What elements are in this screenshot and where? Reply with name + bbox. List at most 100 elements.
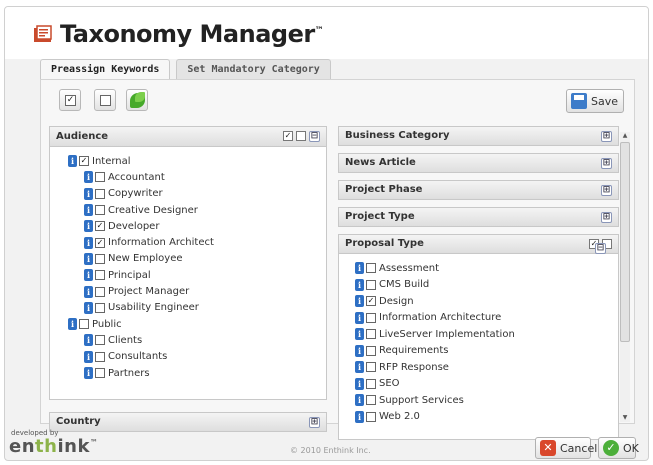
item-checkbox[interactable]: ✓ bbox=[95, 221, 105, 232]
info-icon[interactable]: i bbox=[84, 301, 93, 314]
info-icon[interactable]: i bbox=[84, 252, 93, 265]
info-icon[interactable]: i bbox=[355, 262, 364, 275]
document-icon bbox=[34, 25, 52, 42]
item-checkbox[interactable]: ✓ bbox=[79, 156, 89, 167]
audience-header-controls: ✓ ⊟ bbox=[283, 131, 320, 142]
info-icon[interactable]: i bbox=[84, 367, 93, 379]
info-icon[interactable]: i bbox=[355, 410, 364, 423]
tree-item: i Copywriter bbox=[50, 186, 326, 202]
uncheck-all-button[interactable] bbox=[94, 89, 116, 111]
item-checkbox[interactable] bbox=[95, 253, 105, 264]
info-icon[interactable]: i bbox=[84, 187, 93, 200]
scrollbar-thumb[interactable] bbox=[620, 142, 630, 342]
item-checkbox[interactable] bbox=[95, 335, 105, 346]
info-icon[interactable]: i bbox=[84, 350, 93, 363]
expand-icon[interactable]: ⊞ bbox=[601, 185, 612, 196]
scroll-down-icon[interactable]: ▼ bbox=[621, 414, 629, 422]
info-icon[interactable]: i bbox=[355, 344, 364, 357]
info-icon[interactable]: i bbox=[84, 269, 93, 282]
tab-bar: Preassign Keywords Set Mandatory Categor… bbox=[40, 59, 331, 80]
taxonomy-manager-window: Taxonomy Manager™ Preassign Keywords Set… bbox=[4, 6, 649, 461]
cancel-button[interactable]: ✕ Cancel bbox=[535, 437, 597, 459]
item-checkbox[interactable] bbox=[95, 302, 105, 313]
page-title: Taxonomy Manager™ bbox=[60, 20, 324, 48]
tree-item: i ✓ Information Architect bbox=[50, 234, 326, 250]
item-checkbox[interactable] bbox=[366, 345, 376, 356]
item-checkbox[interactable] bbox=[95, 270, 105, 281]
item-label: Information Architecture bbox=[379, 312, 502, 324]
tree-item: i Information Architecture bbox=[339, 310, 618, 327]
expand-icon[interactable]: ⊞ bbox=[601, 158, 612, 169]
tree-item: i CMS Build bbox=[339, 277, 618, 294]
item-checkbox[interactable] bbox=[95, 351, 105, 362]
tab-preassign-keywords[interactable]: Preassign Keywords bbox=[40, 59, 171, 80]
tree-item: i ✓ Internal bbox=[50, 153, 326, 169]
info-icon[interactable]: i bbox=[355, 377, 364, 390]
info-icon[interactable]: i bbox=[84, 220, 93, 233]
info-icon[interactable]: i bbox=[84, 171, 93, 184]
audience-select-none-checkbox[interactable] bbox=[296, 131, 306, 141]
item-checkbox[interactable] bbox=[366, 362, 376, 373]
check-all-button[interactable]: ✓ bbox=[59, 89, 81, 111]
audience-select-all-checkbox[interactable]: ✓ bbox=[283, 131, 293, 141]
uncheck-all-icon bbox=[100, 95, 111, 106]
tree-item: i Creative Designer bbox=[50, 202, 326, 218]
item-checkbox[interactable]: ✓ bbox=[95, 237, 105, 248]
item-checkbox[interactable] bbox=[95, 368, 105, 378]
audience-title: Audience bbox=[56, 131, 109, 142]
collapse-icon[interactable]: ⊟ bbox=[595, 243, 606, 254]
collapse-icon[interactable]: ⊟ bbox=[309, 131, 320, 142]
item-label: Public bbox=[92, 318, 122, 330]
save-button[interactable]: Save bbox=[566, 89, 624, 113]
item-label: Support Services bbox=[379, 394, 464, 406]
info-icon[interactable]: i bbox=[84, 236, 93, 249]
business-category-header[interactable]: Business Category ⊞ bbox=[338, 126, 619, 146]
info-icon[interactable]: i bbox=[84, 204, 93, 217]
item-checkbox[interactable] bbox=[366, 395, 376, 406]
item-checkbox[interactable] bbox=[95, 172, 105, 183]
item-checkbox[interactable] bbox=[366, 312, 376, 323]
info-icon[interactable]: i bbox=[355, 311, 364, 324]
item-checkbox[interactable] bbox=[366, 279, 376, 290]
tree-item: i Partners bbox=[50, 365, 326, 381]
item-checkbox[interactable] bbox=[95, 188, 105, 199]
item-checkbox[interactable] bbox=[366, 378, 376, 389]
item-label: Requirements bbox=[379, 345, 449, 357]
item-checkbox[interactable] bbox=[79, 319, 89, 330]
item-label: Creative Designer bbox=[108, 204, 198, 216]
info-icon[interactable]: i bbox=[84, 334, 93, 347]
item-label: Usability Engineer bbox=[108, 302, 199, 314]
vertical-scrollbar[interactable]: ▲ ▼ bbox=[620, 132, 630, 422]
item-checkbox[interactable]: ✓ bbox=[366, 296, 376, 307]
tab-set-mandatory-category[interactable]: Set Mandatory Category bbox=[176, 59, 331, 79]
tree-item: i Clients bbox=[50, 332, 326, 348]
add-keyword-button[interactable] bbox=[126, 89, 148, 111]
tree-item: i Accountant bbox=[50, 169, 326, 185]
info-icon[interactable]: i bbox=[68, 155, 77, 168]
info-icon[interactable]: i bbox=[355, 394, 364, 407]
tree-item: i Requirements bbox=[339, 343, 618, 360]
info-icon[interactable]: i bbox=[355, 295, 364, 308]
info-icon[interactable]: i bbox=[68, 318, 77, 331]
info-icon[interactable]: i bbox=[84, 285, 93, 298]
expand-icon[interactable]: ⊞ bbox=[601, 131, 612, 142]
tree-item: i Project Manager bbox=[50, 283, 326, 299]
item-checkbox[interactable] bbox=[366, 411, 376, 422]
ok-button[interactable]: ✓ OK bbox=[598, 437, 639, 459]
scroll-up-icon[interactable]: ▲ bbox=[621, 132, 629, 140]
project-phase-header[interactable]: Project Phase ⊞ bbox=[338, 180, 619, 200]
ok-label: OK bbox=[623, 442, 639, 455]
project-type-header[interactable]: Project Type ⊞ bbox=[338, 207, 619, 227]
proposal-type-header: Proposal Type ✓ ⊟ bbox=[338, 234, 619, 254]
info-icon[interactable]: i bbox=[355, 278, 364, 291]
item-checkbox[interactable] bbox=[95, 205, 105, 216]
item-label: Clients bbox=[108, 334, 143, 346]
info-icon[interactable]: i bbox=[355, 361, 364, 374]
item-checkbox[interactable] bbox=[95, 286, 105, 297]
news-article-header[interactable]: News Article ⊞ bbox=[338, 153, 619, 173]
item-checkbox[interactable] bbox=[366, 263, 376, 274]
tree-item: i Principal bbox=[50, 267, 326, 283]
info-icon[interactable]: i bbox=[355, 328, 364, 341]
expand-icon[interactable]: ⊞ bbox=[601, 212, 612, 223]
item-checkbox[interactable] bbox=[366, 329, 376, 340]
